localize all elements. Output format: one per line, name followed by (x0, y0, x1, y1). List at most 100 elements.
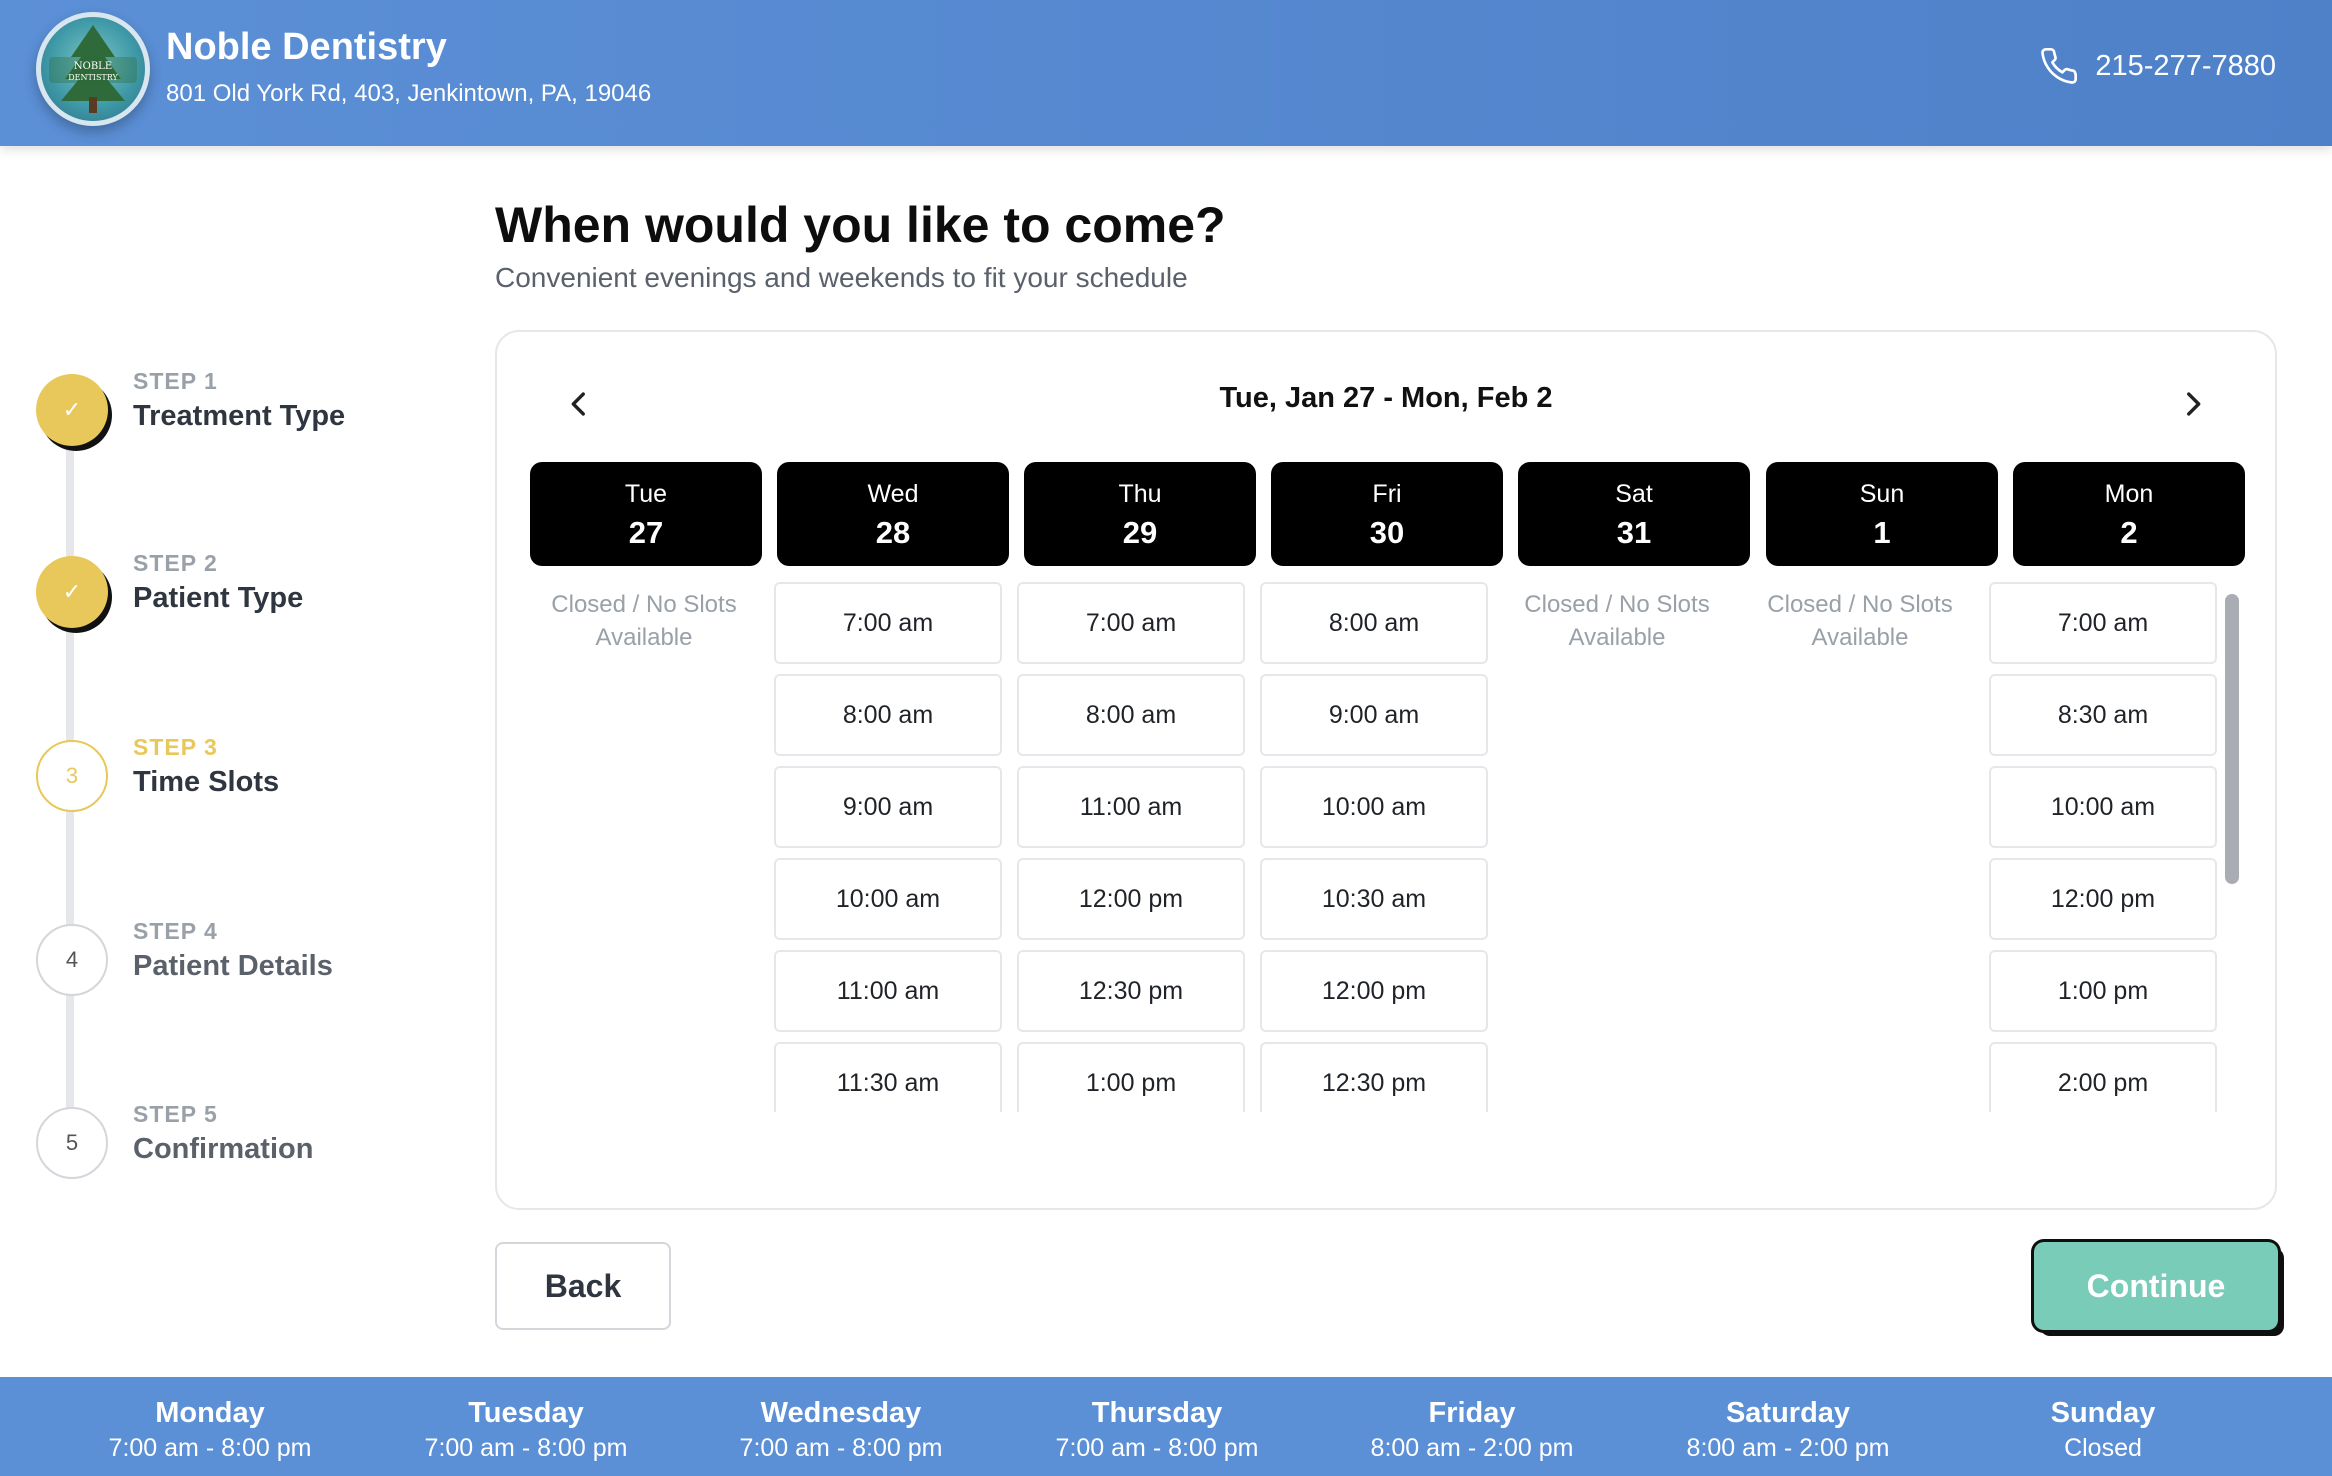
day-header-fri: Fri 30 (1271, 462, 1503, 566)
page-subtitle: Convenient evenings and weekends to fit … (495, 262, 1188, 293)
step-label: STEP 5 (133, 1101, 218, 1127)
time-slot-button[interactable]: 11:30 am (774, 1042, 1002, 1112)
back-button[interactable]: Back (495, 1242, 671, 1330)
step-3: 3 STEP 3 Time Slots (36, 734, 476, 830)
hours-thursday: Thursday 7:00 am - 8:00 pm (999, 1397, 1315, 1463)
day-number: 1 (1873, 515, 1891, 550)
time-slot-button[interactable]: 11:00 am (1017, 766, 1245, 848)
slot-column-sun: Closed / No Slots Available (1746, 582, 1974, 654)
step-number: 5 (36, 1107, 108, 1179)
time-slot-button[interactable]: 7:00 am (1017, 582, 1245, 664)
day-name: Thu (1118, 480, 1162, 508)
calendar-card: Tue, Jan 27 - Mon, Feb 2 Tue 27 Wed 28 Thu 29… (495, 330, 2277, 1210)
time-slot-button[interactable]: 11:00 am (774, 950, 1002, 1032)
hours-day: Sunday (2050, 1397, 2156, 1429)
day-header-tue: Tue 27 (530, 462, 762, 566)
clinic-address: 801 Old York Rd, 403, Jenkintown, PA, 19… (166, 80, 652, 107)
step-5: 5 STEP 5 Confirmation (36, 1101, 476, 1197)
closed-message: Closed / No Slots Available (1524, 591, 1710, 651)
time-slot-button[interactable]: 9:00 am (1260, 674, 1488, 756)
step-label: STEP 4 (133, 918, 218, 944)
time-slot-button[interactable]: 12:00 pm (1989, 858, 2217, 940)
time-slots-grid: Closed / No Slots Available 7:00 am 8:00 a… (497, 582, 2279, 1112)
hours-friday: Friday 8:00 am - 2:00 pm (1314, 1397, 1630, 1463)
step-4: 4 STEP 4 Patient Details (36, 918, 476, 1014)
time-slot-button[interactable]: 1:00 pm (1017, 1042, 1245, 1112)
continue-button[interactable]: Continue (2034, 1242, 2278, 1330)
hours-time: 7:00 am - 8:00 pm (108, 1434, 312, 1462)
day-name: Mon (2104, 480, 2154, 508)
day-number: 2 (2120, 515, 2138, 550)
clinic-logo: NOBLE DENTISTRY (36, 12, 150, 126)
time-slot-button[interactable]: 10:30 am (1260, 858, 1488, 940)
hours-time: 7:00 am - 8:00 pm (739, 1434, 943, 1462)
slot-column-mon: 7:00 am 8:30 am 10:00 am 12:00 pm 1:00 pm 2:0… (1989, 582, 2217, 1112)
time-slot-button[interactable]: 12:30 pm (1017, 950, 1245, 1032)
step-title: Confirmation (133, 1133, 314, 1165)
date-range: Tue, Jan 27 - Mon, Feb 2 (1219, 382, 1553, 414)
step-title: Patient Type (133, 582, 304, 614)
hours-day: Wednesday (760, 1397, 922, 1429)
hours-time: Closed (2064, 1434, 2142, 1462)
time-slot-button[interactable]: 8:30 am (1989, 674, 2217, 756)
slot-column-tue: Closed / No Slots Available (530, 582, 758, 654)
hours-saturday: Saturday 8:00 am - 2:00 pm (1630, 1397, 1946, 1463)
day-number: 30 (1369, 515, 1405, 550)
hours-day: Tuesday (468, 1397, 584, 1429)
hours-wednesday: Wednesday 7:00 am - 8:00 pm (683, 1397, 999, 1463)
page-title: When would you like to come? (495, 197, 1226, 253)
time-slot-button[interactable]: 7:00 am (774, 582, 1002, 664)
opening-hours-footer: Monday 7:00 am - 8:00 pm Tuesday 7:00 am - … (0, 1377, 2332, 1476)
step-title: Treatment Type (133, 400, 346, 432)
day-name: Sat (1615, 480, 1653, 508)
hours-monday: Monday 7:00 am - 8:00 pm (52, 1397, 368, 1463)
hours-day: Friday (1428, 1397, 1516, 1429)
day-name: Wed (867, 480, 919, 508)
slot-column-thu: 7:00 am 8:00 am 11:00 am 12:00 pm 12:30 pm 1:… (1017, 582, 1245, 1112)
time-slot-button[interactable]: 2:00 pm (1989, 1042, 2217, 1112)
tree-icon: NOBLE DENTISTRY (49, 25, 137, 113)
slot-column-sat: Closed / No Slots Available (1503, 582, 1731, 654)
step-title: Patient Details (133, 950, 333, 982)
hours-time: 8:00 am - 2:00 pm (1686, 1434, 1890, 1462)
step-label: STEP 1 (133, 368, 218, 394)
time-slot-button[interactable]: 10:00 am (774, 858, 1002, 940)
phone-number: 215-277-7880 (2095, 49, 2276, 82)
day-number: 31 (1616, 515, 1652, 550)
next-week-button[interactable] (2163, 374, 2223, 434)
clinic-name: Noble Dentistry (166, 26, 447, 68)
time-slot-button[interactable]: 12:00 pm (1017, 858, 1245, 940)
time-slot-button[interactable]: 12:30 pm (1260, 1042, 1488, 1112)
day-header-thu: Thu 29 (1024, 462, 1256, 566)
hours-day: Monday (155, 1397, 265, 1429)
day-number: 29 (1122, 515, 1158, 550)
time-slot-button[interactable]: 8:00 am (774, 674, 1002, 756)
hours-tuesday: Tuesday 7:00 am - 8:00 pm (368, 1397, 684, 1463)
time-slot-button[interactable]: 12:00 pm (1260, 950, 1488, 1032)
slots-scrollbar[interactable] (2225, 594, 2239, 884)
closed-message: Closed / No Slots Available (1767, 591, 1953, 651)
hours-time: 8:00 am - 2:00 pm (1370, 1434, 1574, 1462)
check-icon: ✓ (36, 374, 108, 446)
step-2: ✓ STEP 2 Patient Type (36, 550, 476, 646)
time-slot-button[interactable]: 10:00 am (1260, 766, 1488, 848)
time-slot-button[interactable]: 10:00 am (1989, 766, 2217, 848)
slot-column-wed: 7:00 am 8:00 am 9:00 am 10:00 am 11:00 am 11:… (774, 582, 1002, 1112)
day-number: 27 (628, 515, 664, 550)
time-slot-button[interactable]: 8:00 am (1260, 582, 1488, 664)
day-header-sun: Sun 1 (1766, 462, 1998, 566)
step-label: STEP 3 (133, 734, 218, 760)
time-slot-button[interactable]: 8:00 am (1017, 674, 1245, 756)
hours-time: 7:00 am - 8:00 pm (1055, 1434, 1259, 1462)
hours-day: Saturday (1725, 1397, 1851, 1429)
time-slot-button[interactable]: 7:00 am (1989, 582, 2217, 664)
day-name: Tue (624, 480, 668, 508)
phone-link[interactable]: 215-277-7880 (2039, 46, 2276, 86)
day-header-mon: Mon 2 (2013, 462, 2245, 566)
time-slot-button[interactable]: 1:00 pm (1989, 950, 2217, 1032)
svg-text:NOBLE: NOBLE (74, 61, 112, 72)
time-slot-button[interactable]: 9:00 am (774, 766, 1002, 848)
closed-message: Closed / No Slots Available (551, 591, 737, 651)
step-label: STEP 2 (133, 550, 218, 576)
phone-icon (2041, 47, 2078, 84)
